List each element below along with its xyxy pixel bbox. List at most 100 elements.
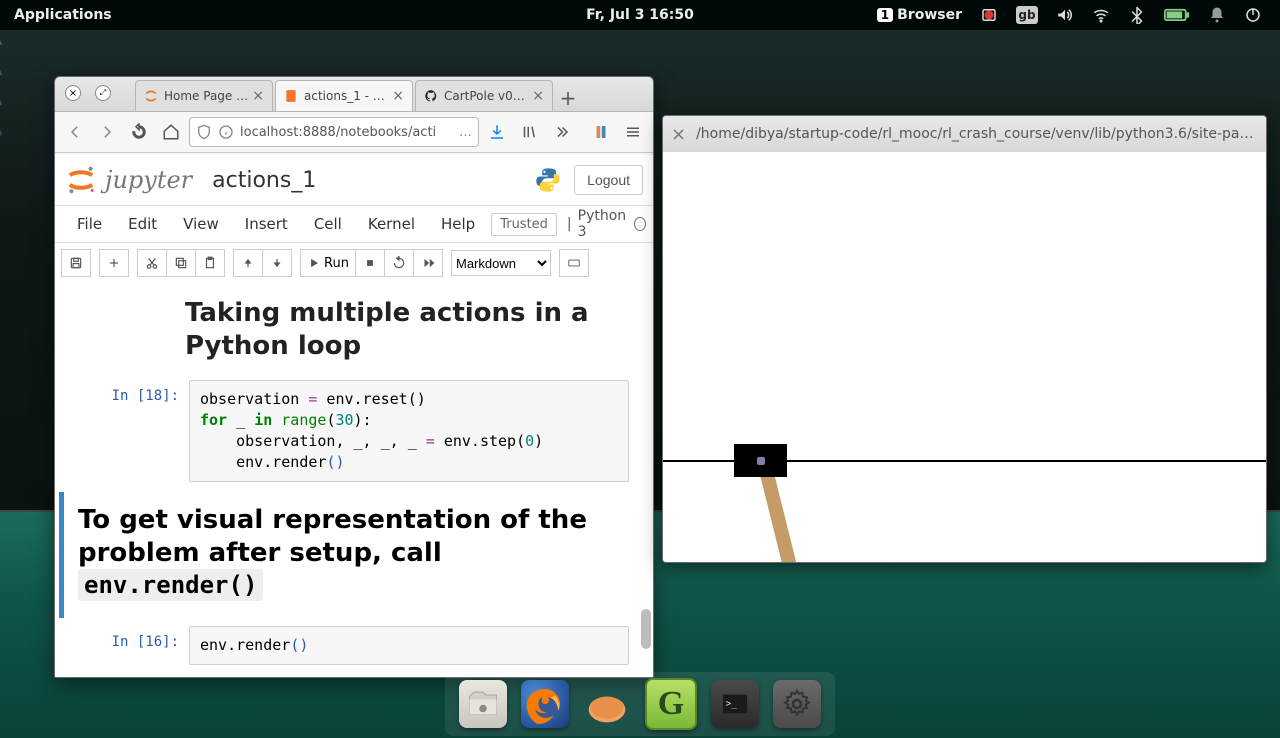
jupyter-menubar: File Edit View Insert Cell Kernel Help T… [55,206,653,243]
close-icon[interactable]: × [671,124,686,145]
tab-label: CartPole v0 · o [444,89,528,103]
restart-button[interactable] [384,249,414,277]
celltype-select[interactable]: Markdown [451,250,551,276]
save-button[interactable] [61,249,91,277]
svg-text:>_: >_ [726,699,738,710]
terminal-app[interactable]: >_ [711,680,759,728]
move-up-button[interactable] [233,249,263,277]
pole-axis [757,457,765,465]
close-window-button[interactable]: × [65,85,81,101]
browser-toolbar: localhost:8888/notebooks/acti … [55,112,653,153]
reload-button[interactable] [125,118,153,146]
move-down-button[interactable] [262,249,292,277]
command-palette-button[interactable] [559,249,589,277]
input-prompt: In [16]: [59,626,189,665]
app-g[interactable]: G [645,678,697,730]
tab-label: actions_1 - Jup [304,89,388,103]
window-titlebar[interactable]: × ⤢ Home Page - S × actions_1 - Jup × Ca… [55,77,653,112]
notebook-body[interactable]: Taking multiple actions in a Python loop… [55,279,653,677]
volume-icon[interactable] [1056,6,1074,24]
tab-home[interactable]: Home Page - S × [135,80,273,111]
paste-button[interactable] [195,249,225,277]
settings-app[interactable] [773,680,821,728]
notifications-icon[interactable] [1208,6,1226,24]
tab-strip: Home Page - S × actions_1 - Jup × CartPo… [135,77,581,111]
screencast-icon[interactable] [980,6,998,24]
menu-kernel[interactable]: Kernel [356,211,427,237]
render-window: × /home/dibya/startup-code/rl_mooc/rl_cr… [662,115,1267,563]
scrollbar-thumb[interactable] [641,609,651,649]
applications-menu[interactable]: Applications [0,7,126,23]
menu-file[interactable]: File [65,211,114,237]
browser-window: × ⤢ Home Page - S × actions_1 - Jup × Ca… [54,76,654,678]
jupyter-favicon [144,89,158,103]
restart-run-button[interactable] [413,249,443,277]
wifi-icon[interactable] [1092,6,1110,24]
kernel-name[interactable]: | Python 3 [567,208,646,240]
new-tab-button[interactable]: + [555,85,581,111]
url-ellipsis[interactable]: … [459,125,472,140]
workspace-indicator[interactable]: 1Browser [877,7,962,23]
home-button[interactable] [157,118,185,146]
overflow-button[interactable] [547,118,575,146]
extension-button[interactable] [587,118,615,146]
tab-notebook[interactable]: actions_1 - Jup × [275,80,413,111]
code-cell[interactable]: In [16]: env.render() [55,626,653,665]
menu-button[interactable] [619,118,647,146]
library-button[interactable] [515,118,543,146]
logout-button[interactable]: Logout [574,165,643,195]
add-cell-button[interactable] [99,249,129,277]
markdown-heading-2: To get visual representation of the prob… [78,504,615,602]
python-icon [534,166,562,194]
notebook-favicon [284,89,298,103]
address-bar[interactable]: localhost:8888/notebooks/acti … [189,117,479,147]
cartpole-canvas [663,152,1266,562]
menu-help[interactable]: Help [429,211,487,237]
close-tab-icon[interactable]: × [252,89,264,103]
url-text: localhost:8888/notebooks/acti [240,125,436,140]
info-icon[interactable] [218,124,234,140]
keyboard-layout-icon[interactable]: gb [1016,6,1038,24]
jupyter-logo-text: jupyter [105,166,192,194]
firefox-app[interactable] [521,680,569,728]
tab-label: Home Page - S [164,89,248,103]
bluetooth-icon[interactable] [1128,6,1146,24]
menu-edit[interactable]: Edit [116,211,169,237]
close-tab-icon[interactable]: × [392,89,404,103]
github-favicon [424,89,438,103]
shield-icon [196,124,212,140]
code-input[interactable]: observation = env.reset() for _ in range… [189,380,629,482]
back-button[interactable] [61,118,89,146]
menu-cell[interactable]: Cell [302,211,354,237]
downloads-button[interactable] [483,118,511,146]
notebook-name[interactable]: actions_1 [212,168,316,193]
menu-insert[interactable]: Insert [233,211,300,237]
forward-button[interactable] [93,118,121,146]
stop-button[interactable] [355,249,385,277]
copy-button[interactable] [166,249,196,277]
cut-button[interactable] [137,249,167,277]
clock[interactable]: Fr, Jul 3 16:50 [586,7,694,23]
files-app[interactable] [459,680,507,728]
jupyter-header: jupyter actions_1 Logout [55,155,653,206]
code-input[interactable]: env.render() [189,626,629,665]
output-prompt: Out[16]: [59,673,189,678]
tab-github[interactable]: CartPole v0 · o × [415,80,553,111]
run-button[interactable]: Run [300,249,356,277]
trusted-indicator[interactable]: Trusted [491,213,557,236]
jupyter-page: jupyter actions_1 Logout File Edit View … [55,155,653,677]
close-tab-icon[interactable]: × [532,89,544,103]
code-cell[interactable]: In [18]: observation = env.reset() for _… [55,380,653,482]
app-orange[interactable] [583,680,631,728]
battery-icon[interactable] [1164,6,1190,24]
markdown-cell-selected[interactable]: To get visual representation of the prob… [59,492,629,618]
menu-view[interactable]: View [171,211,231,237]
jupyter-logo[interactable]: jupyter [65,164,192,196]
kernel-indicator-icon [634,217,646,231]
system-tray: 1Browser gb [877,6,1280,24]
maximize-window-button[interactable]: ⤢ [95,85,111,101]
viewer-titlebar[interactable]: × /home/dibya/startup-code/rl_mooc/rl_cr… [663,116,1266,153]
power-icon[interactable] [1244,6,1262,24]
system-topbar: Applications Fr, Jul 3 16:50 1Browser gb [0,0,1280,30]
jupyter-toolbar: Run Markdown [55,243,653,284]
